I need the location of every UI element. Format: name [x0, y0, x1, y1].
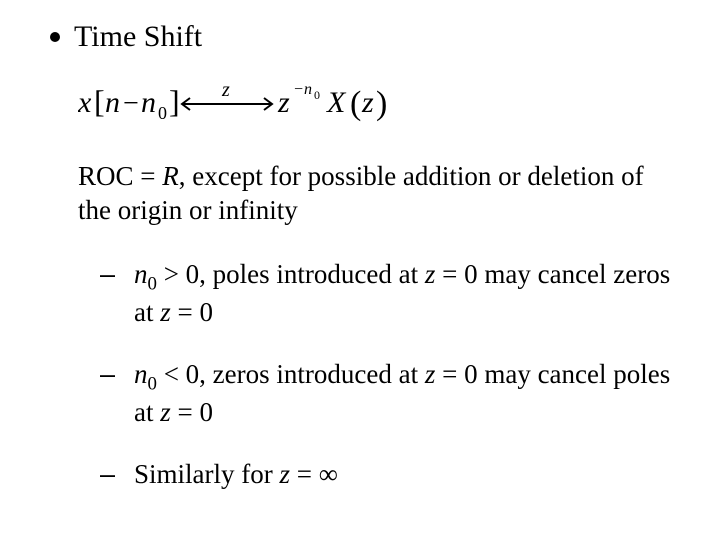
- i3-a: Similarly for: [134, 459, 279, 489]
- f-exp-n: n: [304, 81, 312, 98]
- f-minus: −: [123, 88, 139, 119]
- heading-bullet: Time Shift: [50, 20, 690, 54]
- f-rbracket: ]: [169, 83, 180, 119]
- i2-tail: = 0: [171, 397, 213, 427]
- f-n0-sub: 0: [158, 103, 167, 123]
- f-lparen: (: [350, 85, 361, 122]
- i1-cmp: > 0, poles introduced at: [157, 259, 425, 289]
- i2-cmp: < 0, zeros introduced at: [157, 359, 425, 389]
- sub-body-1: n0 > 0, poles introduced at z = 0 may ca…: [134, 258, 680, 328]
- i2-n: n: [134, 359, 148, 389]
- sub-body-2: n0 < 0, zeros introduced at z = 0 may ca…: [134, 358, 680, 428]
- i1-nsub: 0: [148, 273, 157, 294]
- bullet-disc-icon: [50, 32, 60, 42]
- i3-b: = ∞: [290, 459, 338, 489]
- f-rz: z: [277, 86, 290, 119]
- dash-icon: –: [100, 258, 134, 290]
- i2-z2: z: [160, 397, 171, 427]
- f-argz: z: [361, 86, 374, 119]
- dash-icon: –: [100, 458, 134, 490]
- f-exp-sign: −: [294, 81, 303, 98]
- f-rparen: ): [376, 85, 387, 122]
- arrow-top-z: z: [221, 79, 230, 101]
- i2-z1: z: [425, 359, 436, 389]
- i2-nsub: 0: [148, 373, 157, 394]
- formula-block: x [ n − n 0 ] z z − n 0 X ( z ): [78, 74, 690, 132]
- i1-n: n: [134, 259, 148, 289]
- roc-line: ROC = R, except for possible addition or…: [78, 160, 680, 228]
- roc-prefix: ROC =: [78, 161, 162, 191]
- f-n0: n: [141, 86, 156, 119]
- formula-svg: x [ n − n 0 ] z z − n 0 X ( z ): [78, 74, 398, 132]
- f-lhs-x: x: [78, 86, 92, 119]
- f-exp-sub: 0: [314, 88, 320, 102]
- i1-tail: = 0: [171, 297, 213, 327]
- sub-list: – n0 > 0, poles introduced at z = 0 may …: [100, 258, 680, 491]
- i1-z2: z: [160, 297, 171, 327]
- f-X: X: [326, 86, 347, 119]
- sub-body-3: Similarly for z = ∞: [134, 458, 680, 490]
- dash-icon: –: [100, 358, 134, 390]
- i3-z: z: [279, 459, 290, 489]
- i1-z1: z: [425, 259, 436, 289]
- f-lbracket: [: [94, 83, 105, 119]
- heading-text: Time Shift: [74, 20, 202, 54]
- roc-R: R: [162, 161, 179, 191]
- sub-item-1: – n0 > 0, poles introduced at z = 0 may …: [100, 258, 680, 328]
- sub-item-2: – n0 < 0, zeros introduced at z = 0 may …: [100, 358, 680, 428]
- f-n: n: [105, 86, 120, 119]
- sub-item-3: – Similarly for z = ∞: [100, 458, 680, 490]
